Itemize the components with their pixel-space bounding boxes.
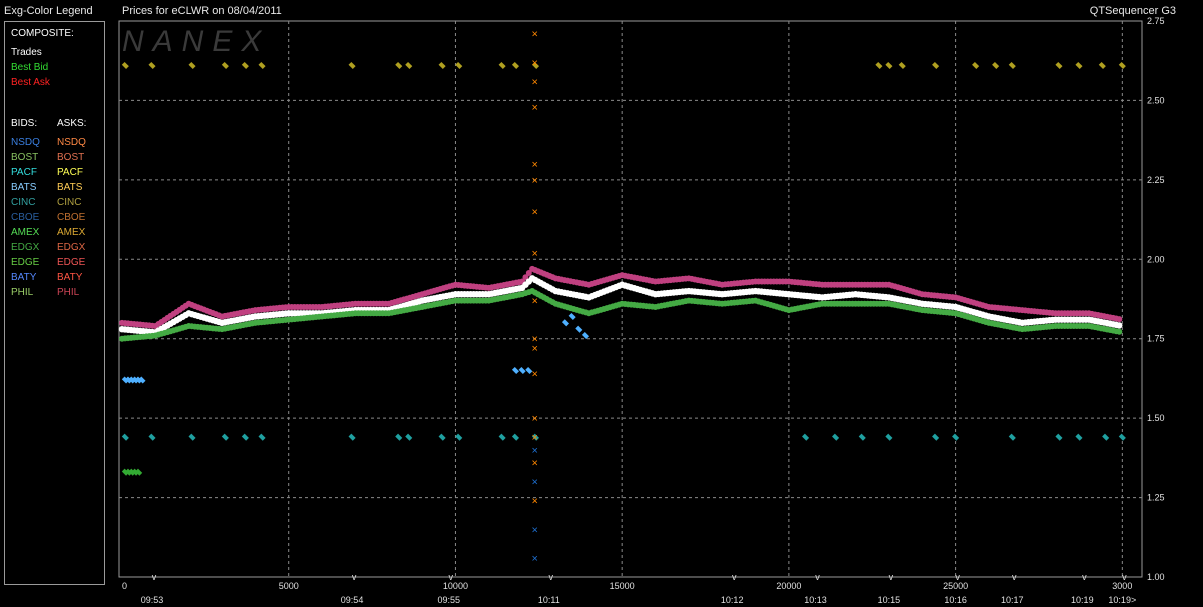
time-marker: v — [815, 572, 820, 582]
x-axis: 0 5000 10000 15000 20000 25000 3000 — [122, 581, 1132, 591]
time-label: 10:11 — [538, 595, 560, 605]
time-label: 10:12 — [721, 595, 744, 605]
spike-mark: × — [531, 159, 537, 171]
spike-mark: × — [531, 343, 537, 355]
time-marker: v — [1122, 572, 1127, 582]
time-label: 10:19 — [1071, 595, 1094, 605]
x-tick-label: 15000 — [610, 581, 635, 591]
time-marker: v — [449, 572, 454, 582]
time-marker: v — [889, 572, 894, 582]
time-label: 09:53 — [141, 595, 164, 605]
series-point-best-ask — [1116, 316, 1123, 323]
time-label: 10:19> — [1108, 595, 1136, 605]
spike-mark: × — [531, 524, 537, 536]
spike-mark: × — [531, 445, 537, 457]
time-marker: v — [152, 572, 157, 582]
y-tick-label: 2.00 — [1147, 254, 1165, 264]
x-tick-label: 10000 — [443, 581, 468, 591]
series-point-best-bid — [1116, 328, 1123, 335]
spike-mark: × — [531, 29, 537, 41]
y-axis: 2.75 2.50 2.25 2.00 1.75 1.50 1.25 1.00 — [1147, 16, 1165, 582]
series-point-trades — [1116, 322, 1123, 329]
x-tick-label: 3000 — [1112, 581, 1132, 591]
x-tick-label: 25000 — [943, 581, 968, 591]
spike-mark: × — [531, 413, 537, 425]
spike-mark: × — [531, 553, 537, 565]
spike-mark: × — [531, 57, 537, 69]
spike-mark: × — [531, 432, 537, 444]
time-label: 09:55 — [438, 595, 461, 605]
time-marker: v — [955, 572, 960, 582]
y-tick-label: 2.25 — [1147, 175, 1165, 185]
y-tick-label: 1.00 — [1147, 572, 1165, 582]
spike-mark: × — [531, 458, 537, 470]
time-marker: v — [549, 572, 554, 582]
x-tick-label: 20000 — [776, 581, 801, 591]
time-label: 09:54 — [341, 595, 364, 605]
y-tick-label: 1.75 — [1147, 334, 1165, 344]
spike-mark: × — [531, 207, 537, 219]
time-marker: v — [1012, 572, 1017, 582]
time-label: 10:17 — [1001, 595, 1024, 605]
spike-mark: × — [531, 477, 537, 489]
time-marker: v — [732, 572, 737, 582]
spike-mark: × — [531, 102, 537, 114]
plot-area — [118, 20, 1143, 578]
price-chart: NANEX ×××××××××××××××××××× 2.752.502.252… — [118, 16, 1165, 605]
y-tick-label: 1.50 — [1147, 413, 1165, 423]
spike-mark: × — [531, 296, 537, 308]
spike-mark: × — [531, 76, 537, 88]
time-label: 10:13 — [804, 595, 827, 605]
time-marker: v — [352, 572, 357, 582]
y-tick-label: 2.50 — [1147, 95, 1165, 105]
watermark: NANEX — [122, 25, 270, 58]
time-label: 10:16 — [944, 595, 967, 605]
spike-mark: × — [531, 248, 537, 260]
spike-mark: × — [531, 369, 537, 381]
time-marker: v — [1082, 572, 1087, 582]
x-tick-label: 5000 — [279, 581, 299, 591]
spike-mark: × — [531, 175, 537, 187]
y-tick-label: 1.25 — [1147, 493, 1165, 503]
y-tick-label: 2.75 — [1147, 16, 1165, 26]
x-tick-label: 0 — [122, 581, 127, 591]
time-label: 10:15 — [878, 595, 901, 605]
spike-mark: × — [531, 496, 537, 508]
